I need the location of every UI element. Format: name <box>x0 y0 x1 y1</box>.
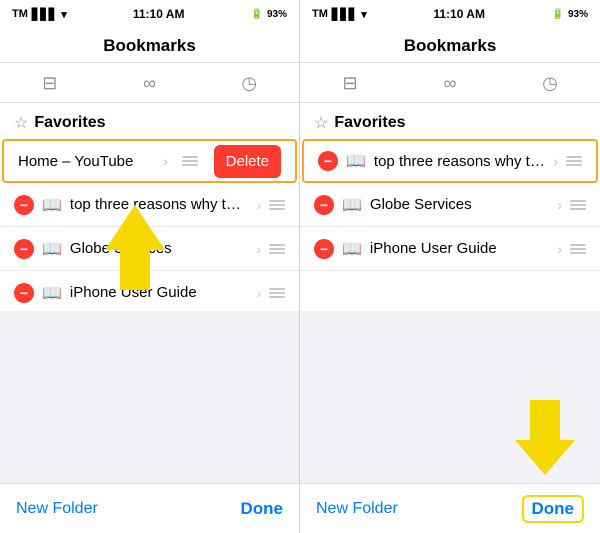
right-iphone-book-icon: 📖 <box>342 239 362 259</box>
right-item-globe[interactable]: − 📖 Globe Services › <box>300 183 600 227</box>
right-time: 11:10 AM <box>433 7 485 21</box>
right-tab-history[interactable]: ◷ <box>500 69 600 98</box>
left-home-youtube-label: Home – YouTube <box>18 153 155 170</box>
left-favorites-header: ☆ Favorites <box>0 103 299 139</box>
right-iphone-label: iPhone User Guide <box>370 240 549 257</box>
right-globe-drag[interactable] <box>570 200 586 210</box>
left-item-home-youtube[interactable]: Home – YouTube › Delete <box>2 139 297 183</box>
right-top-three-drag[interactable] <box>566 156 582 166</box>
left-home-youtube-drag[interactable] <box>182 156 198 166</box>
right-bottom-bar: New Folder Done <box>300 483 600 533</box>
left-panel: TM ▋▋▋ ▾ 11:10 AM 🔋 93% Bookmarks ⊟ ∞ ◷ … <box>0 0 300 533</box>
right-panel: TM ▋▋▋ ▾ 11:10 AM 🔋 93% Bookmarks ⊟ ∞ ◷ … <box>300 0 600 533</box>
right-carrier: TM <box>312 8 328 20</box>
right-done[interactable]: Done <box>522 495 585 523</box>
left-iphone-drag[interactable] <box>269 288 285 298</box>
left-tab-history[interactable]: ◷ <box>199 69 299 98</box>
right-bookmark-tab-icon: ⊟ <box>342 73 357 94</box>
left-globe-book-icon: 📖 <box>42 239 62 259</box>
history-tab-icon: ◷ <box>241 73 257 94</box>
right-iphone-minus[interactable]: − <box>314 239 334 259</box>
right-favorites-header: ☆ Favorites <box>300 103 600 139</box>
bookmark-tab-icon: ⊟ <box>42 73 57 94</box>
right-history-tab-icon: ◷ <box>542 73 558 94</box>
left-bookmark-list: Home – YouTube › Delete − 📖 top three re… <box>0 139 299 311</box>
left-wifi: ▾ <box>61 8 67 21</box>
left-top-three-label: top three reasons why t… <box>70 196 248 213</box>
right-item-iphone-guide[interactable]: − 📖 iPhone User Guide › <box>300 227 600 271</box>
left-new-folder[interactable]: New Folder <box>16 500 98 518</box>
left-spacer <box>0 311 299 483</box>
left-tab-bar: ⊟ ∞ ◷ <box>0 63 299 103</box>
right-tab-bookmarks[interactable]: ⊟ <box>300 69 400 98</box>
left-bottom-bar: New Folder Done <box>0 483 299 533</box>
left-favorites-label: Favorites <box>34 114 105 132</box>
left-status-bar: TM ▋▋▋ ▾ 11:10 AM 🔋 93% <box>0 0 299 28</box>
left-home-youtube-delete[interactable]: Delete <box>214 145 281 178</box>
right-iphone-chevron: › <box>557 241 562 257</box>
left-home-youtube-chevron: › <box>163 153 168 169</box>
right-top-three-chevron: › <box>553 153 558 169</box>
right-top-three-label: top three reasons why t… <box>374 153 545 170</box>
left-globe-minus[interactable]: − <box>14 239 34 259</box>
right-signal: ▋▋▋ <box>332 8 357 21</box>
right-top-three-minus[interactable]: − <box>318 151 338 171</box>
right-nav-title: Bookmarks <box>300 28 600 63</box>
left-iphone-label: iPhone User Guide <box>70 284 248 301</box>
right-favorites-star-icon: ☆ <box>314 113 328 133</box>
left-signal: ▋▋▋ <box>32 8 57 21</box>
left-item-iphone-guide[interactable]: − 📖 iPhone User Guide › <box>0 271 299 311</box>
left-item-globe[interactable]: − 📖 Globe Services › <box>0 227 299 271</box>
right-tab-bar: ⊟ ∞ ◷ <box>300 63 600 103</box>
left-top-three-chevron: › <box>256 197 261 213</box>
right-item-top-three[interactable]: − 📖 top three reasons why t… › <box>302 139 598 183</box>
right-new-folder[interactable]: New Folder <box>316 500 398 518</box>
reading-tab-icon: ∞ <box>143 73 156 94</box>
left-iphone-book-icon: 📖 <box>42 283 62 303</box>
left-globe-label: Globe Services <box>70 240 248 257</box>
left-tab-bookmarks[interactable]: ⊟ <box>0 69 100 98</box>
right-iphone-drag[interactable] <box>570 244 586 254</box>
left-battery-pct: 93% <box>267 9 287 20</box>
left-globe-drag[interactable] <box>269 244 285 254</box>
right-status-bar: TM ▋▋▋ ▾ 11:10 AM 🔋 93% <box>300 0 600 28</box>
left-top-three-drag[interactable] <box>269 200 285 210</box>
left-iphone-minus[interactable]: − <box>14 283 34 303</box>
right-battery-pct: 93% <box>568 9 588 20</box>
right-tab-reading[interactable]: ∞ <box>400 69 500 98</box>
right-globe-label: Globe Services <box>370 196 549 213</box>
left-globe-chevron: › <box>256 241 261 257</box>
left-nav-title: Bookmarks <box>0 28 299 63</box>
right-top-three-book-icon: 📖 <box>346 151 366 171</box>
right-reading-tab-icon: ∞ <box>444 73 457 94</box>
right-globe-book-icon: 📖 <box>342 195 362 215</box>
right-bookmark-list: − 📖 top three reasons why t… › − 📖 Globe… <box>300 139 600 311</box>
left-done[interactable]: Done <box>241 499 284 519</box>
favorites-star-icon: ☆ <box>14 113 28 133</box>
right-globe-minus[interactable]: − <box>314 195 334 215</box>
left-battery-icon: 🔋 <box>251 9 263 20</box>
left-time: 11:10 AM <box>133 7 185 21</box>
left-iphone-chevron: › <box>256 285 261 301</box>
left-top-three-book-icon: 📖 <box>42 195 62 215</box>
left-tab-reading[interactable]: ∞ <box>100 69 200 98</box>
left-top-three-minus[interactable]: − <box>14 195 34 215</box>
right-spacer <box>300 311 600 483</box>
right-battery-icon: 🔋 <box>552 9 564 20</box>
right-globe-chevron: › <box>557 197 562 213</box>
right-favorites-label: Favorites <box>334 114 405 132</box>
right-wifi: ▾ <box>361 8 367 21</box>
left-item-top-three[interactable]: − 📖 top three reasons why t… › <box>0 183 299 227</box>
left-carrier: TM <box>12 8 28 20</box>
